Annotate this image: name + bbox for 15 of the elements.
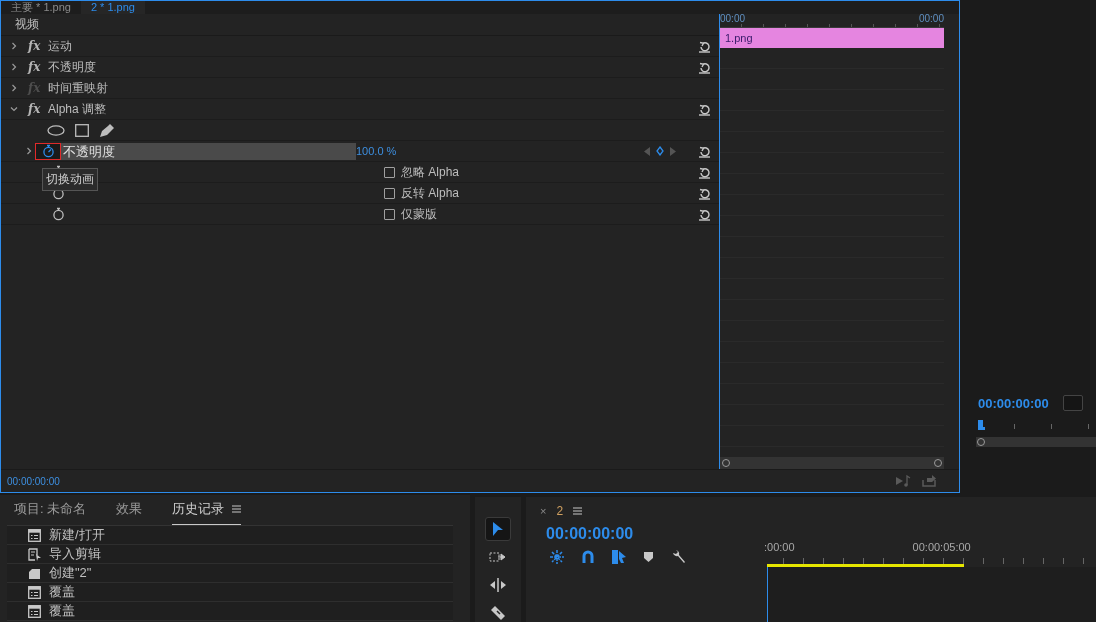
checkbox-label: 反转 Alpha <box>401 184 460 202</box>
ruler-label: 00:00 <box>918 14 944 26</box>
section-label: 视频 <box>1 14 719 36</box>
checkbox-label: 仅蒙版 <box>401 205 437 223</box>
effect-name: Alpha 调整 <box>48 100 107 118</box>
ruler-label: 00:00 <box>720 14 746 26</box>
tooltip: 切换动画 <box>42 168 98 191</box>
ruler-label: 00:00:05:00 <box>912 541 971 555</box>
checkbox-label: 忽略 Alpha <box>401 163 460 181</box>
effect-name: 时间重映射 <box>48 79 108 97</box>
property-name: 不透明度 <box>61 142 356 160</box>
effect-name: 不透明度 <box>48 58 96 76</box>
ruler-label: :00:00 <box>764 541 795 555</box>
effect-name: 运动 <box>48 37 72 55</box>
timecode: 00:00:00:00 <box>7 475 60 487</box>
